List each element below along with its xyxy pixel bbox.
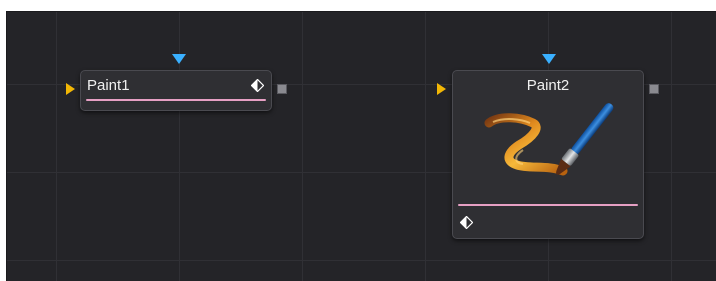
paint1-node[interactable]: Paint1 <box>80 70 272 111</box>
node-editor-canvas[interactable]: Paint1 Paint2 <box>6 11 716 281</box>
diamond-half-icon[interactable] <box>460 216 473 229</box>
paint2-background-input[interactable] <box>437 83 446 95</box>
paint1-output[interactable] <box>277 84 287 94</box>
paint1-background-input[interactable] <box>66 83 75 95</box>
paint2-mask-input[interactable] <box>542 54 556 64</box>
paintbrush-stroke-icon <box>484 103 614 176</box>
status-bar <box>86 99 266 101</box>
status-bar <box>458 204 638 206</box>
paint1-mask-input[interactable] <box>172 54 186 64</box>
node-title: Paint2 <box>526 77 570 94</box>
diamond-half-icon[interactable] <box>251 79 264 92</box>
paint2-node[interactable]: Paint2 <box>452 70 644 239</box>
paint2-output[interactable] <box>649 84 659 94</box>
node-title: Paint1 <box>87 77 130 94</box>
